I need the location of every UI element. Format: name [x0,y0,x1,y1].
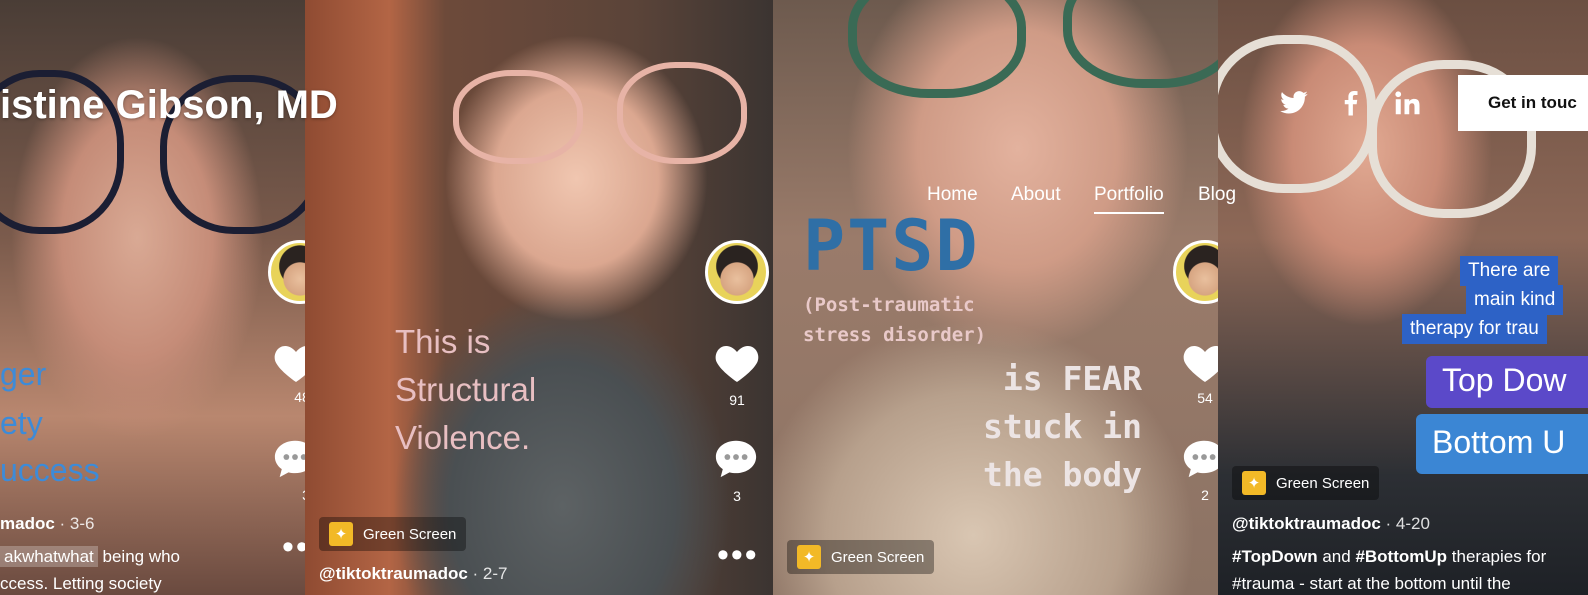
post-date: · 3-6 [54,514,95,533]
bottom-up-pill: Bottom U [1416,414,1588,474]
creator-handle[interactable]: @tiktoktraumadoc · 2-7 [319,564,508,584]
effect-label: Green Screen [831,548,925,566]
glasses-decoration [848,0,1026,98]
tiktok-panel-3[interactable]: PTSD (Post-traumatic stress disorder) is… [773,0,1218,595]
nav-about[interactable]: About [1011,184,1061,206]
sparkle-icon: ✦ [329,522,353,546]
glasses-decoration [617,62,747,164]
caption-text: being who [97,547,181,566]
portfolio-hero: ger ety uccess 48 3 madoc · 3-6 akwhatwh… [0,0,1588,595]
caption: #TopDown and #BottomUp therapies for [1232,547,1546,567]
like-count: 48 [294,389,305,405]
top-down-pill: Top Dow [1426,356,1588,408]
glasses-decoration [453,70,583,164]
caption-text: therapies for [1447,547,1547,566]
nav-portfolio[interactable]: Portfolio [1094,184,1164,214]
sparkle-icon: ✦ [797,545,821,569]
nav-blog[interactable]: Blog [1198,184,1236,206]
overlay-line: ger [0,356,47,392]
nav-home[interactable]: Home [927,184,978,206]
caption-line-2: ccess. Letting society [0,574,162,593]
info-box-line: There are [1460,256,1559,286]
caption-line-2: #trauma - start at the bottom until the [1232,574,1511,593]
linkedin-icon[interactable] [1392,88,1422,118]
mention-tag[interactable]: akwhatwhat [0,546,98,567]
site-title[interactable]: istine Gibson, MD [0,83,338,128]
overlay-text: This is Structural Violence. [395,323,537,456]
sparkle-icon: ✦ [1242,471,1266,495]
creator-handle[interactable]: @tiktoktraumadoc · 4-20 [1232,514,1430,534]
handle-text: @tiktoktraumadoc [319,564,468,583]
heart-icon[interactable] [713,340,761,384]
comment-icon[interactable] [272,436,305,480]
creator-avatar[interactable] [705,240,769,304]
hashtag[interactable]: #TopDown [1232,547,1318,566]
comment-icon[interactable] [1181,436,1218,480]
info-box-line: main kind [1466,285,1564,315]
effect-label: Green Screen [363,525,457,543]
effect-badge[interactable]: ✦ Green Screen [319,517,467,551]
ptsd-subline: (Post-traumatic stress disorder) [803,294,987,346]
heart-icon[interactable] [272,340,305,384]
handle-text: @tiktoktraumadoc [1232,514,1381,533]
handle-text: madoc [0,514,55,533]
get-in-touch-button[interactable]: Get in touc [1458,75,1588,131]
post-date: · 2-7 [467,564,508,583]
tiktok-panel-2[interactable]: This is Structural Violence. 91 3 ✦ Green… [305,0,773,595]
overlay-line: ety [0,405,43,441]
caption: akwhatwhat being who [0,546,181,567]
effect-badge[interactable]: ✦ Green Screen [1232,466,1380,500]
like-count: 91 [729,392,745,408]
more-options-icon[interactable]: ••• [717,538,759,572]
like-count: 54 [1197,390,1213,406]
ptsd-headline: PTSD [803,205,980,287]
comment-icon[interactable] [713,436,759,480]
twitter-icon[interactable] [1279,88,1309,118]
overlay-line: uccess [0,452,100,488]
creator-handle[interactable]: madoc · 3-6 [0,514,94,534]
heart-icon[interactable] [1181,340,1218,384]
info-box-line: therapy for trau [1402,314,1547,344]
effect-label: Green Screen [1276,474,1370,492]
comment-count: 3 [733,488,741,504]
comment-count: 3 [282,487,305,503]
facebook-icon[interactable] [1336,88,1366,118]
post-date: · 4-20 [1380,514,1430,533]
comment-count: 2 [1201,487,1209,503]
caption-text: and [1317,547,1356,566]
more-options-icon[interactable]: ••• [282,530,305,564]
hashtag[interactable]: #BottomUp [1355,547,1447,566]
effect-badge[interactable]: ✦ Green Screen [787,540,935,574]
overlay-body: is FEAR stuck in the body [983,359,1142,494]
